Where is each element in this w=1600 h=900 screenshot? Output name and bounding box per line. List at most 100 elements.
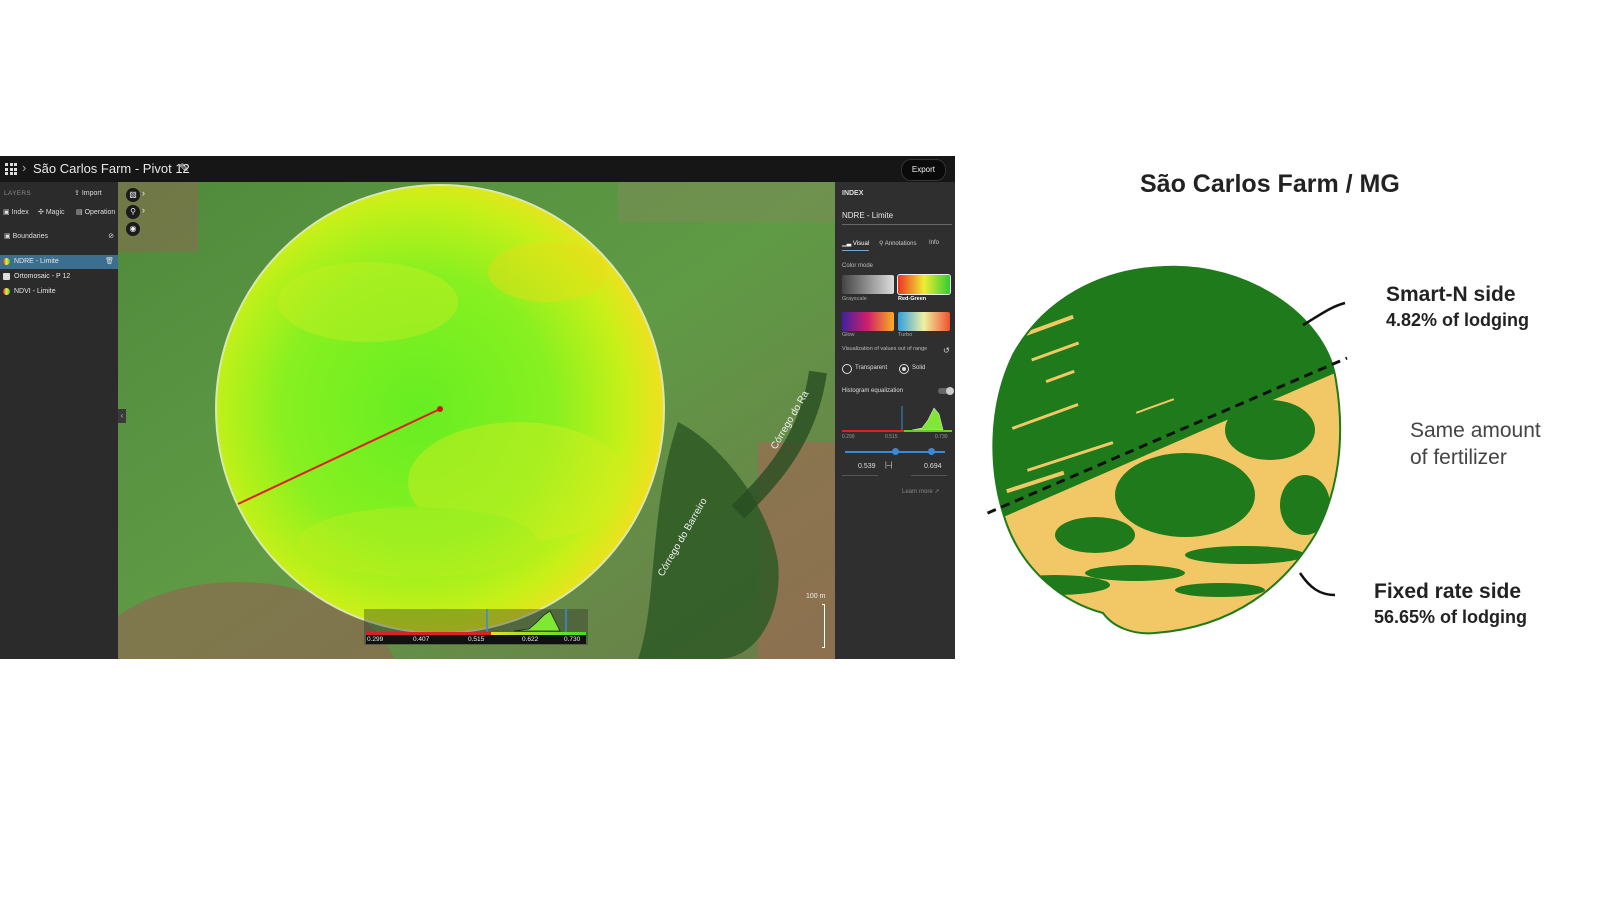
hist-tick: 0.730 [935, 434, 948, 440]
out-of-range-label: Visualization of values out of range [842, 346, 928, 352]
index-select[interactable]: NDRE - Limite [842, 208, 952, 225]
layers-tool-icon[interactable]: ▧ [126, 188, 140, 202]
reset-icon[interactable]: ↺ [943, 346, 950, 355]
tab-visual[interactable]: ▁▃ Visual [842, 240, 870, 251]
external-link-icon: ↗ [934, 489, 940, 495]
pivot-center [437, 406, 443, 412]
app-window: › São Carlos Farm - Pivot 12 ✎ Export LA… [0, 156, 955, 659]
fixed-rate-lodging: 56.65% of lodging [1374, 607, 1528, 627]
legend-tick: 0.515 [468, 636, 485, 643]
legend-color-scale: 0.299 0.407 0.515 0.622 0.730 [366, 632, 586, 644]
layers-panel: LAYERS ⇪ Import ▣ Index ✣ Magic ▤ Operat… [0, 182, 118, 659]
color-mode-turbo[interactable] [898, 312, 950, 331]
export-button[interactable]: Export [900, 159, 946, 181]
chart-icon: ▁▃ [842, 241, 852, 247]
learn-more-label: Learn more [902, 489, 933, 495]
smart-n-lodging: 4.82% of lodging [1386, 310, 1530, 330]
globe-icon[interactable]: ◉ [126, 222, 140, 236]
operation-icon: ▤ [76, 209, 83, 216]
index-icon: ▣ [3, 209, 10, 216]
boundaries-icon: ▣ [4, 233, 11, 240]
apps-grid-icon[interactable] [5, 163, 17, 175]
breadcrumb-chevron-icon: › [22, 160, 27, 175]
color-mode-label: Grayscale [842, 296, 867, 302]
input-underline [911, 475, 947, 476]
transparent-radio[interactable] [842, 364, 852, 374]
operation-tool-button[interactable]: ▤ Operation [76, 208, 115, 216]
tab-info[interactable]: Info [929, 240, 939, 246]
color-mode-grayscale[interactable] [842, 275, 894, 294]
fixed-rate-pointer [1298, 572, 1336, 597]
boundaries-label: Boundaries [12, 233, 48, 240]
top-bar: › São Carlos Farm - Pivot 12 ✎ Export [0, 156, 955, 182]
magic-tool-button[interactable]: ✣ Magic [38, 208, 65, 216]
layers-heading: LAYERS [4, 190, 31, 197]
color-mode-label: Red-Green [898, 296, 927, 302]
chevron-right-icon[interactable]: › [142, 205, 145, 215]
legend-histogram [486, 609, 567, 633]
operation-tool-label: Operation [84, 209, 116, 216]
histogram-label: Histogram equalization [842, 388, 904, 394]
import-button[interactable]: ⇪ Import [74, 189, 102, 197]
smart-n-pointer [1302, 301, 1346, 327]
chevron-right-icon[interactable]: › [142, 188, 145, 198]
layer-item-ndvi[interactable]: NDVI - Limite [0, 285, 118, 299]
collapse-panel-chevron-icon[interactable]: ‹ [118, 409, 126, 423]
input-underline [842, 475, 878, 476]
map-canvas[interactable]: Córrego do Barreiro Córrego do Ra [118, 182, 835, 659]
learn-more-link[interactable]: Learn more ↗ [902, 488, 939, 495]
fixed-rate-heading: Fixed rate side [1374, 580, 1522, 603]
histogram-toggle[interactable] [938, 387, 954, 395]
index-panel: INDEX NDRE - Limite ▁▃ Visual ⚲ Annotati… [835, 182, 955, 659]
color-mode-glow[interactable] [842, 312, 894, 331]
range-width-icon: |–| [885, 462, 893, 469]
index-tool-label: Index [11, 209, 29, 216]
legend-tick: 0.730 [564, 636, 581, 643]
color-mode-label: Turbo [898, 332, 913, 338]
magic-tool-label: Magic [45, 209, 65, 216]
range-max-value[interactable]: 0.694 [924, 463, 942, 470]
legend-tick: 0.622 [522, 636, 539, 643]
layer-name: Ortomosaic - P 12 [14, 273, 71, 280]
scale-bar [822, 604, 825, 648]
color-mode-red-green[interactable] [897, 274, 951, 295]
solid-radio[interactable] [899, 364, 909, 374]
tab-annotations[interactable]: ⚲ Annotations [879, 240, 916, 247]
magic-icon: ✣ [38, 209, 44, 216]
pencil-icon[interactable]: ✎ [179, 161, 189, 175]
smart-n-heading: Smart-N side [1386, 283, 1516, 306]
range-slider-min-handle[interactable] [892, 448, 899, 455]
color-mode-label: Color mode [842, 263, 874, 269]
pin-icon: ⚲ [879, 241, 884, 247]
layer-item-ortomosaic[interactable]: Ortomosaic - P 12 [0, 270, 118, 284]
range-min-value[interactable]: 0.539 [858, 463, 876, 470]
hist-tick: 0.299 [842, 434, 855, 440]
range-slider-max-handle[interactable] [928, 448, 935, 455]
import-label: Import [81, 190, 102, 197]
layer-name: NDVI - Limite [14, 288, 56, 295]
trash-icon[interactable]: 🗑 [105, 255, 114, 269]
scale-label: 100 m [806, 593, 826, 600]
same-fertilizer-line2: of fertilizer [1410, 446, 1507, 469]
index-heading: INDEX [842, 190, 864, 197]
solid-label: Solid [912, 365, 926, 371]
layer-index-icon [3, 287, 10, 295]
color-mode-label: Glow [842, 332, 855, 338]
legend-tick: 0.407 [413, 636, 430, 643]
upload-icon: ⇪ [74, 190, 80, 197]
layer-index-icon [3, 257, 10, 265]
visibility-off-icon[interactable]: ⊘ [108, 232, 114, 240]
hist-tick: 0.515 [885, 434, 898, 440]
boundaries-row[interactable]: ▣ Boundaries ⊘ [4, 232, 116, 240]
map-legend[interactable]: 0.299 0.407 0.515 0.622 0.730 [364, 609, 588, 645]
breadcrumb-title: São Carlos Farm - Pivot 12 [33, 161, 190, 176]
layer-item-ndre[interactable]: NDRE - Limite 🗑 [0, 255, 118, 269]
tab-label: Annotations [884, 241, 917, 247]
same-fertilizer-line1: Same amount [1410, 419, 1541, 442]
index-tool-button[interactable]: ▣ Index [3, 208, 29, 216]
tab-label: Visual [852, 241, 870, 247]
infographic-title: São Carlos Farm / MG [1140, 170, 1400, 198]
lodging-field-map [985, 265, 1348, 635]
transparent-label: Transparent [855, 365, 888, 371]
location-pin-icon[interactable]: ⚲ [126, 205, 140, 219]
